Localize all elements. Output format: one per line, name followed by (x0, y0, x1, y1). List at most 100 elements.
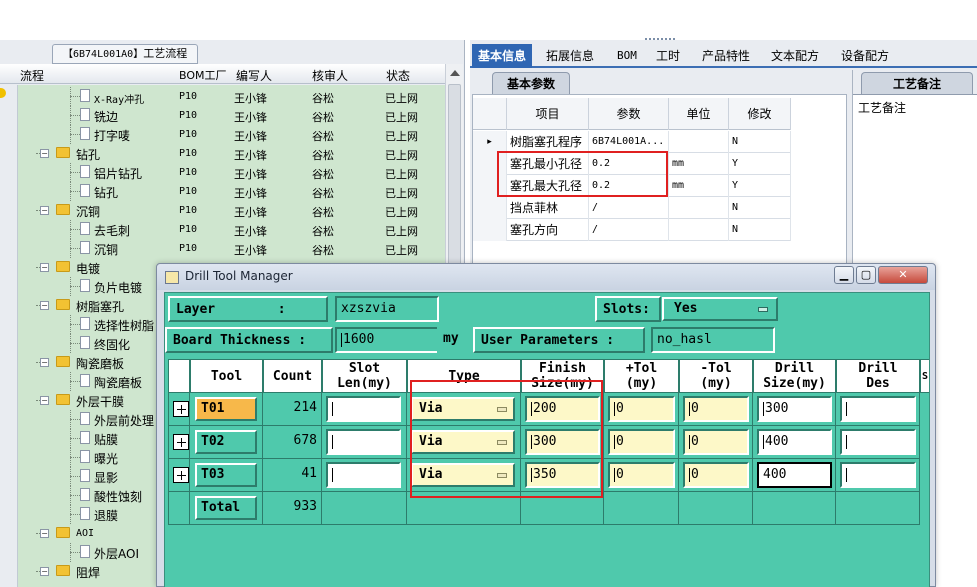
drill-des-input[interactable] (840, 429, 916, 455)
minus-tol-input[interactable]: 0 (683, 396, 749, 422)
col-finish-size[interactable]: Finish Size(my) (521, 359, 604, 393)
process-notes-body[interactable]: 工艺备注 (853, 94, 977, 270)
slot-length-input[interactable] (326, 396, 401, 422)
grid-col-modify[interactable]: 修改 (729, 98, 791, 130)
tree-cell-writer: 王小锋 (234, 92, 267, 105)
tab-work-hours[interactable]: 工时 (650, 44, 686, 68)
tab-bom[interactable]: BOM (611, 44, 643, 68)
col-header-status[interactable]: 状态 (386, 67, 410, 84)
slot-length-input[interactable] (326, 462, 401, 488)
tab-basic-info[interactable]: 基本信息 (472, 44, 533, 68)
col-header-reviewer[interactable]: 核审人 (312, 67, 348, 84)
plus-tol-input[interactable]: 0 (608, 429, 675, 455)
col-plus-tol[interactable]: +Tol (my) (604, 359, 679, 393)
tree-row[interactable]: − 钻孔 P10 王小锋 谷松 已上网 (18, 144, 445, 163)
tab-product-features[interactable]: 产品特性 (696, 44, 756, 68)
tree-cell-writer: 王小锋 (234, 111, 267, 124)
scroll-up-arrow-icon[interactable] (450, 70, 460, 76)
expand-row-icon[interactable] (173, 434, 189, 450)
param-row[interactable]: 挡点菲林 / N (473, 197, 791, 219)
minus-tol-input[interactable]: 0 (683, 429, 749, 455)
tree-row[interactable]: 铝片钻孔 P10 王小锋 谷松 已上网 (18, 163, 445, 182)
collapse-toggle-icon[interactable]: − (40, 358, 49, 367)
collapse-toggle-icon[interactable]: − (40, 567, 49, 576)
collapse-toggle-icon[interactable]: − (40, 396, 49, 405)
expand-row-icon[interactable] (173, 467, 189, 483)
finish-size-input[interactable]: 300 (525, 429, 600, 455)
col-drill-des[interactable]: Drill Des (836, 359, 920, 393)
expand-row-icon[interactable] (173, 401, 189, 417)
param-value[interactable]: 6B74L001A... (589, 131, 669, 153)
folder-icon (56, 261, 70, 272)
layer-field[interactable]: xzszvia (335, 296, 439, 322)
type-combo[interactable]: Via (411, 463, 515, 487)
tab-equipment-recipe[interactable]: 设备配方 (835, 44, 895, 68)
tree-row[interactable]: 铣边 P10 王小锋 谷松 已上网 (18, 106, 445, 125)
collapse-toggle-icon[interactable]: − (40, 263, 49, 272)
param-row[interactable]: 塞孔最大孔径 0.2 mm Y (473, 175, 791, 197)
finish-size-input[interactable]: 350 (525, 462, 600, 488)
tree-row[interactable]: X-Ray冲孔 P10 王小锋 谷松 已上网 (18, 87, 445, 106)
param-row[interactable]: 塞孔方向 / N (473, 219, 791, 241)
grid-col-param[interactable]: 参数 (589, 98, 669, 130)
drill-des-input[interactable] (840, 462, 916, 488)
total-button[interactable]: Total (195, 496, 257, 520)
param-value[interactable]: / (589, 197, 669, 219)
drill-size-input[interactable]: 400 (757, 429, 832, 455)
param-row[interactable]: 塞孔最小孔径 0.2 mm Y (473, 153, 791, 175)
drill-size-input[interactable]: 300 (757, 396, 832, 422)
grid-col-unit[interactable]: 单位 (669, 98, 729, 130)
tree-row[interactable]: 打字唛 P10 王小锋 谷松 已上网 (18, 125, 445, 144)
tab-text-recipe[interactable]: 文本配方 (765, 44, 825, 68)
col-header-flow[interactable]: 流程 (20, 67, 44, 84)
tool-button[interactable]: T02 (195, 430, 257, 454)
param-value[interactable]: 0.2 (589, 153, 669, 175)
tool-button[interactable]: T01 (195, 397, 257, 421)
col-header-writer[interactable]: 编写人 (236, 67, 272, 84)
type-combo[interactable]: Via (411, 397, 515, 421)
document-icon (80, 222, 90, 235)
tab-extended-info[interactable]: 拓展信息 (540, 44, 600, 68)
slot-length-input[interactable] (326, 429, 401, 455)
tab-basic-params[interactable]: 基本参数 (492, 72, 570, 94)
minimize-button[interactable]: ▁ (834, 266, 854, 284)
type-combo[interactable]: Via (411, 430, 515, 454)
plus-tol-input[interactable]: 0 (608, 462, 675, 488)
collapse-toggle-icon[interactable]: − (40, 529, 49, 538)
close-button[interactable]: ✕ (878, 266, 928, 284)
dialog-titlebar[interactable]: Drill Tool Manager ▁ ▢ ✕ (157, 264, 935, 290)
tree-row[interactable]: 去毛刺 P10 王小锋 谷松 已上网 (18, 220, 445, 239)
param-value[interactable]: 0.2 (589, 175, 669, 197)
tree-row[interactable]: 沉铜 P10 王小锋 谷松 已上网 (18, 239, 445, 258)
col-header-bom[interactable]: BOM工厂 (179, 67, 227, 83)
finish-size-input[interactable]: 200 (525, 396, 600, 422)
tree-row[interactable]: − 沉铜 P10 王小锋 谷松 已上网 (18, 201, 445, 220)
param-value[interactable]: / (589, 219, 669, 241)
col-slot-len[interactable]: Slot Len(my) (322, 359, 407, 393)
maximize-button[interactable]: ▢ (856, 266, 876, 284)
drill-des-input[interactable] (840, 396, 916, 422)
grid-col-item[interactable]: 项目 (507, 98, 589, 130)
col-tool[interactable]: Tool (190, 359, 263, 393)
collapse-toggle-icon[interactable]: − (40, 206, 49, 215)
scroll-thumb[interactable] (448, 84, 461, 284)
collapse-toggle-icon[interactable]: − (40, 301, 49, 310)
plus-tol-input[interactable]: 0 (608, 396, 675, 422)
col-count[interactable]: Count (263, 359, 322, 393)
param-row[interactable]: ▸ 树脂塞孔程序 6B74L001A... N (473, 131, 791, 153)
user-parameters-field[interactable]: no_hasl (651, 327, 775, 353)
board-thickness-field[interactable]: 1600 (335, 327, 439, 353)
collapse-toggle-icon[interactable]: − (40, 149, 49, 158)
table-cell: 200 (521, 393, 604, 426)
minus-tol-input[interactable]: 0 (683, 462, 749, 488)
slots-combo[interactable]: Yes (662, 297, 778, 321)
col-drill-size[interactable]: Drill Size(my) (753, 359, 836, 393)
tab-process-notes[interactable]: 工艺备注 (861, 72, 973, 94)
drill-size-input[interactable]: 400 (757, 462, 832, 488)
col-minus-tol[interactable]: -Tol (my) (679, 359, 753, 393)
tree-row[interactable]: 钻孔 P10 王小锋 谷松 已上网 (18, 182, 445, 201)
tree-node-label: 陶瓷磨板 (76, 357, 125, 371)
col-type[interactable]: Type (407, 359, 521, 393)
tool-button[interactable]: T03 (195, 463, 257, 487)
process-flow-title-tab[interactable]: 【6B74L001A0】工艺流程 (52, 44, 199, 64)
